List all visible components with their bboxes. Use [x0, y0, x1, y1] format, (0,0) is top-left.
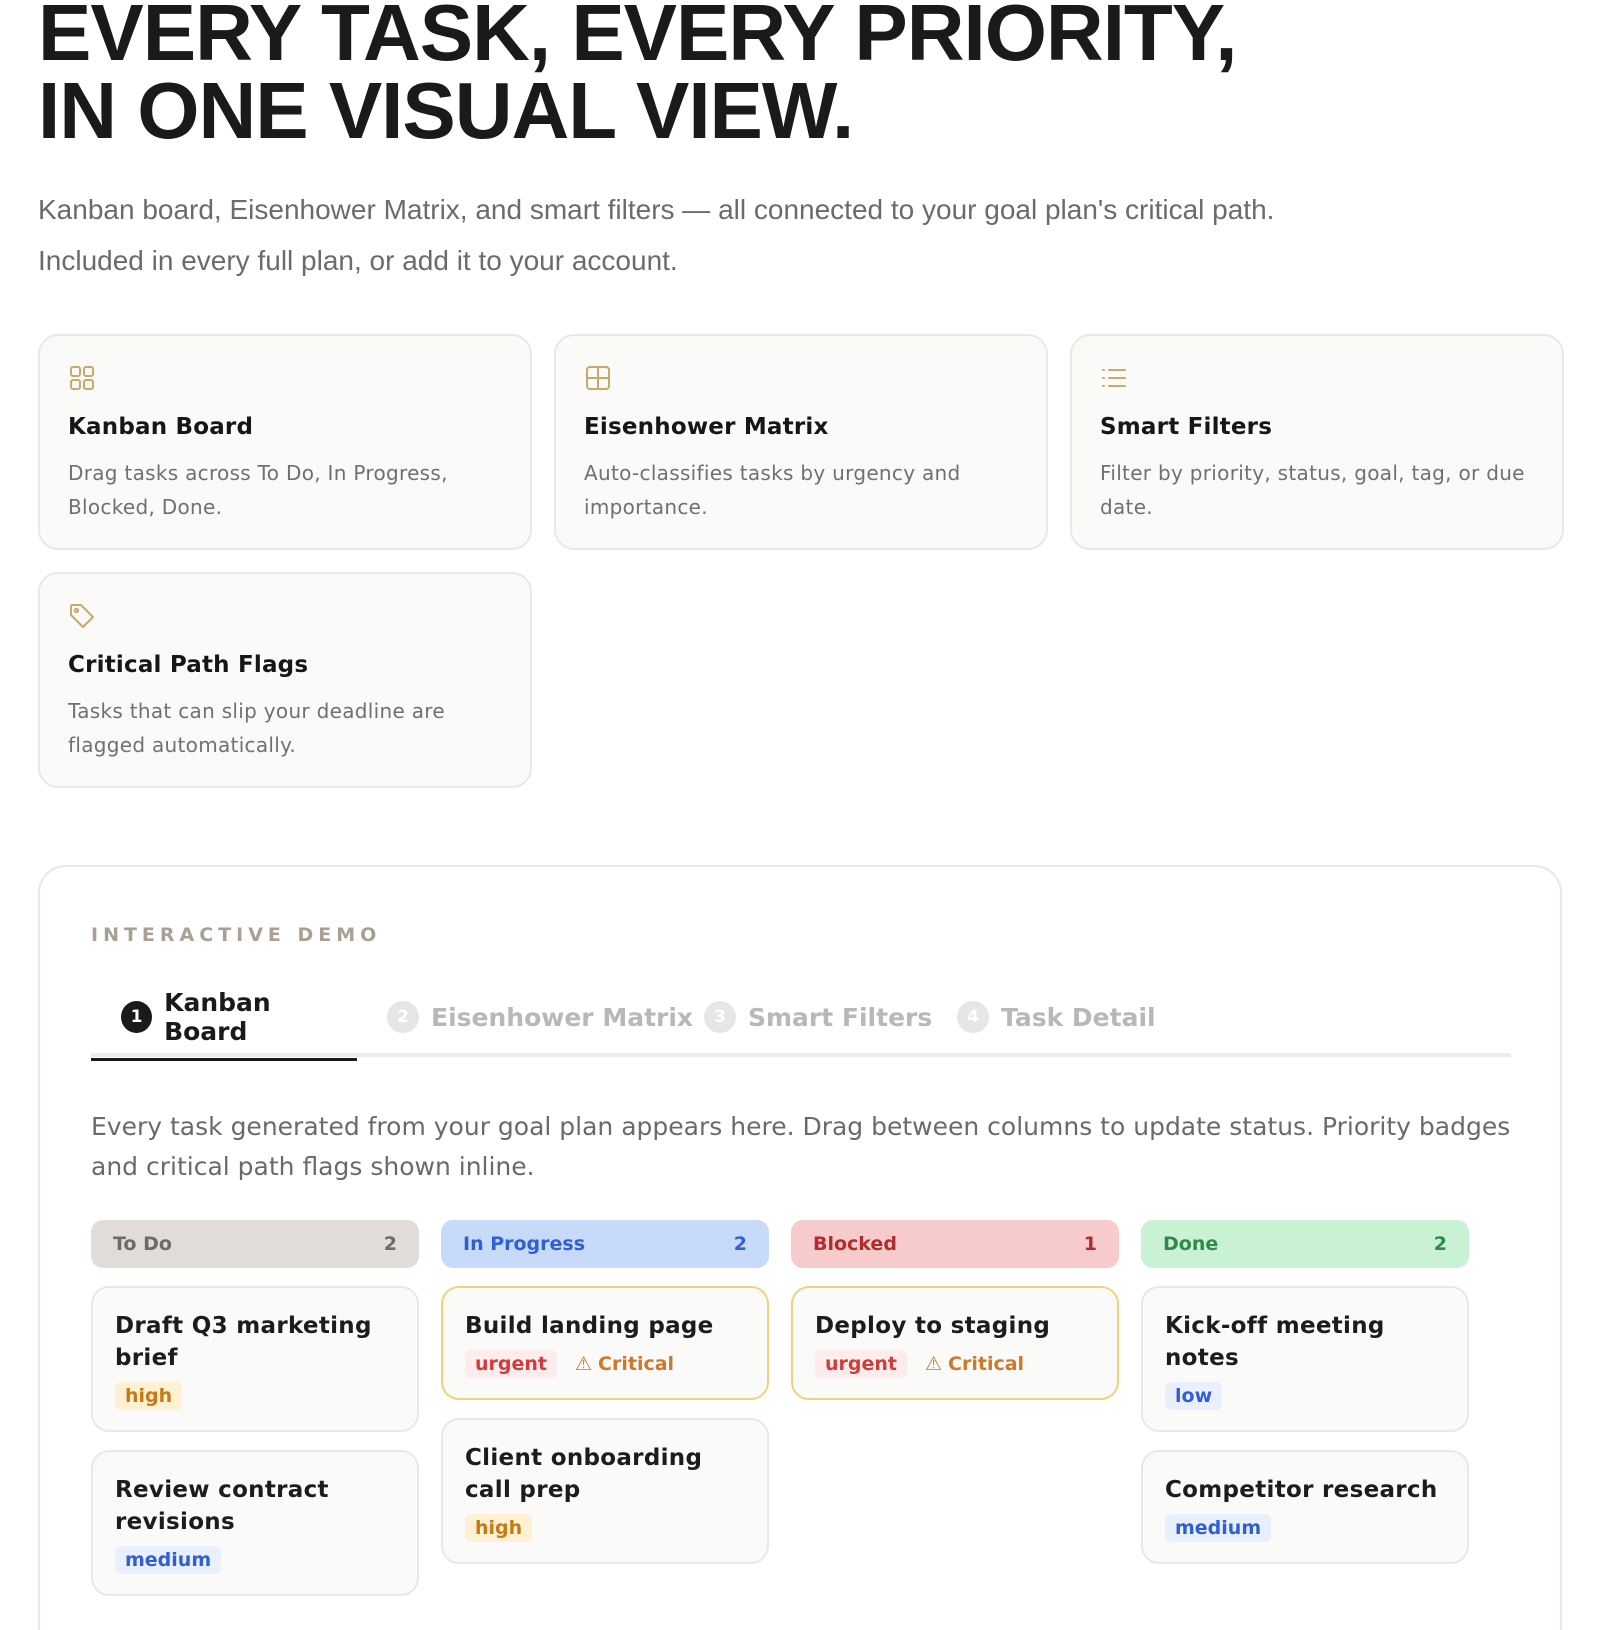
tab-label: Smart Filters — [748, 1002, 933, 1032]
task-title: Draft Q3 marketing brief — [115, 1313, 372, 1371]
feature-description: Filter by priority, status, goal, tag, o… — [1100, 461, 1525, 519]
column-name: In Progress — [463, 1233, 586, 1255]
task-title: Review contract revisions — [115, 1477, 329, 1535]
priority-badge: high — [115, 1382, 183, 1410]
priority-badge: medium — [115, 1546, 222, 1574]
priority-badge: medium — [1165, 1514, 1272, 1542]
matrix-icon — [586, 366, 610, 390]
kanban-column-blocked: Blocked 1 Deploy to staging urgent ⚠ Cri… — [791, 1220, 1119, 1400]
list-icon — [1102, 369, 1126, 387]
hero-section: EVERY TASK, EVERY PRIORITY, IN ONE VISUA… — [38, 0, 1558, 286]
tab-label: Task Detail — [1001, 1002, 1156, 1032]
priority-badge: high — [465, 1514, 533, 1542]
feature-card-eisenhower: Eisenhower Matrix Auto-classifies tasks … — [554, 334, 1048, 550]
grid-icon — [70, 366, 94, 390]
column-header: Blocked 1 — [791, 1220, 1119, 1268]
feature-card-kanban: Kanban Board Drag tasks across To Do, In… — [38, 334, 532, 550]
tag-icon — [70, 604, 94, 628]
feature-description: Drag tasks across To Do, In Progress, Bl… — [68, 461, 448, 519]
task-card[interactable]: Review contract revisions medium — [91, 1450, 419, 1596]
feature-title: Kanban Board — [68, 414, 254, 440]
column-count: 2 — [383, 1233, 397, 1255]
task-title: Client onboarding call prep — [465, 1445, 703, 1503]
column-name: Done — [1163, 1233, 1219, 1255]
critical-path-flag: ⚠ Critical — [575, 1353, 674, 1375]
task-card[interactable]: Deploy to staging urgent ⚠ Critical — [791, 1286, 1119, 1400]
priority-badge: low — [1165, 1382, 1223, 1410]
critical-flag-label: Critical — [948, 1353, 1025, 1375]
demo-description: Every task generated from your goal plan… — [91, 1112, 1511, 1181]
task-card[interactable]: Draft Q3 marketing brief high — [91, 1286, 419, 1432]
priority-badge: urgent — [465, 1350, 557, 1378]
column-name: Blocked — [813, 1233, 897, 1255]
task-card[interactable]: Build landing page urgent ⚠ Critical — [441, 1286, 769, 1400]
kanban-column-done: Done 2 Kick-off meeting notes low Compet… — [1141, 1220, 1469, 1564]
demo-tabs: 1 Kanban Board 2 Eisenhower Matrix 3 Sma… — [91, 977, 1511, 1061]
critical-path-flag: ⚠ Critical — [925, 1353, 1024, 1375]
page-title-line-1: EVERY TASK, EVERY PRIORITY, — [38, 0, 1238, 77]
tab-task-detail[interactable]: 4 Task Detail — [957, 977, 1156, 1057]
task-card[interactable]: Kick-off meeting notes low — [1141, 1286, 1469, 1432]
task-title: Competitor research — [1165, 1477, 1438, 1503]
column-header: In Progress 2 — [441, 1220, 769, 1268]
column-count: 2 — [1433, 1233, 1447, 1255]
tab-number: 1 — [121, 1001, 153, 1033]
warning-icon: ⚠ — [575, 1353, 593, 1375]
interactive-demo: INTERACTIVE DEMO 1 Kanban Board 2 Eisenh… — [38, 865, 1562, 1630]
critical-flag-label: Critical — [598, 1353, 675, 1375]
tab-number: 4 — [957, 1001, 989, 1033]
column-header: Done 2 — [1141, 1220, 1469, 1268]
warning-icon: ⚠ — [925, 1353, 943, 1375]
feature-title: Critical Path Flags — [68, 652, 309, 678]
kanban-column-in-progress: In Progress 2 Build landing page urgent … — [441, 1220, 769, 1564]
page-subtitle: Kanban board, Eisenhower Matrix, and sma… — [38, 194, 1275, 276]
tab-kanban-board[interactable]: 1 Kanban Board — [91, 977, 357, 1061]
feature-description: Tasks that can slip your deadline are fl… — [68, 699, 445, 757]
page-title: EVERY TASK, EVERY PRIORITY, IN ONE VISUA… — [38, 0, 1558, 155]
feature-title: Smart Filters — [1100, 414, 1273, 440]
feature-title: Eisenhower Matrix — [584, 414, 829, 440]
demo-eyebrow: INTERACTIVE DEMO — [91, 924, 382, 946]
tab-smart-filters[interactable]: 3 Smart Filters — [704, 977, 932, 1057]
kanban-column-todo: To Do 2 Draft Q3 marketing brief high Re… — [91, 1220, 419, 1596]
page-title-line-2: IN ONE VISUAL VIEW. — [38, 66, 854, 155]
column-count: 2 — [733, 1233, 747, 1255]
tab-number: 3 — [704, 1001, 736, 1033]
task-title: Kick-off meeting notes — [1165, 1313, 1385, 1371]
tab-number: 2 — [387, 1001, 419, 1033]
task-card[interactable]: Competitor research medium — [1141, 1450, 1469, 1564]
feature-card-smart-filters: Smart Filters Filter by priority, status… — [1070, 334, 1564, 550]
column-name: To Do — [113, 1233, 172, 1255]
tab-label: Eisenhower Matrix — [431, 1002, 694, 1032]
feature-description: Auto-classifies tasks by urgency and imp… — [584, 461, 961, 519]
column-count: 1 — [1083, 1233, 1097, 1255]
feature-card-critical-path: Critical Path Flags Tasks that can slip … — [38, 572, 532, 788]
task-title: Build landing page — [465, 1313, 714, 1339]
tab-label: Kanban Board — [164, 988, 271, 1046]
tab-eisenhower-matrix[interactable]: 2 Eisenhower Matrix — [387, 977, 693, 1057]
task-title: Deploy to staging — [815, 1313, 1051, 1339]
column-header: To Do 2 — [91, 1220, 419, 1268]
task-card[interactable]: Client onboarding call prep high — [441, 1418, 769, 1564]
priority-badge: urgent — [815, 1350, 907, 1378]
